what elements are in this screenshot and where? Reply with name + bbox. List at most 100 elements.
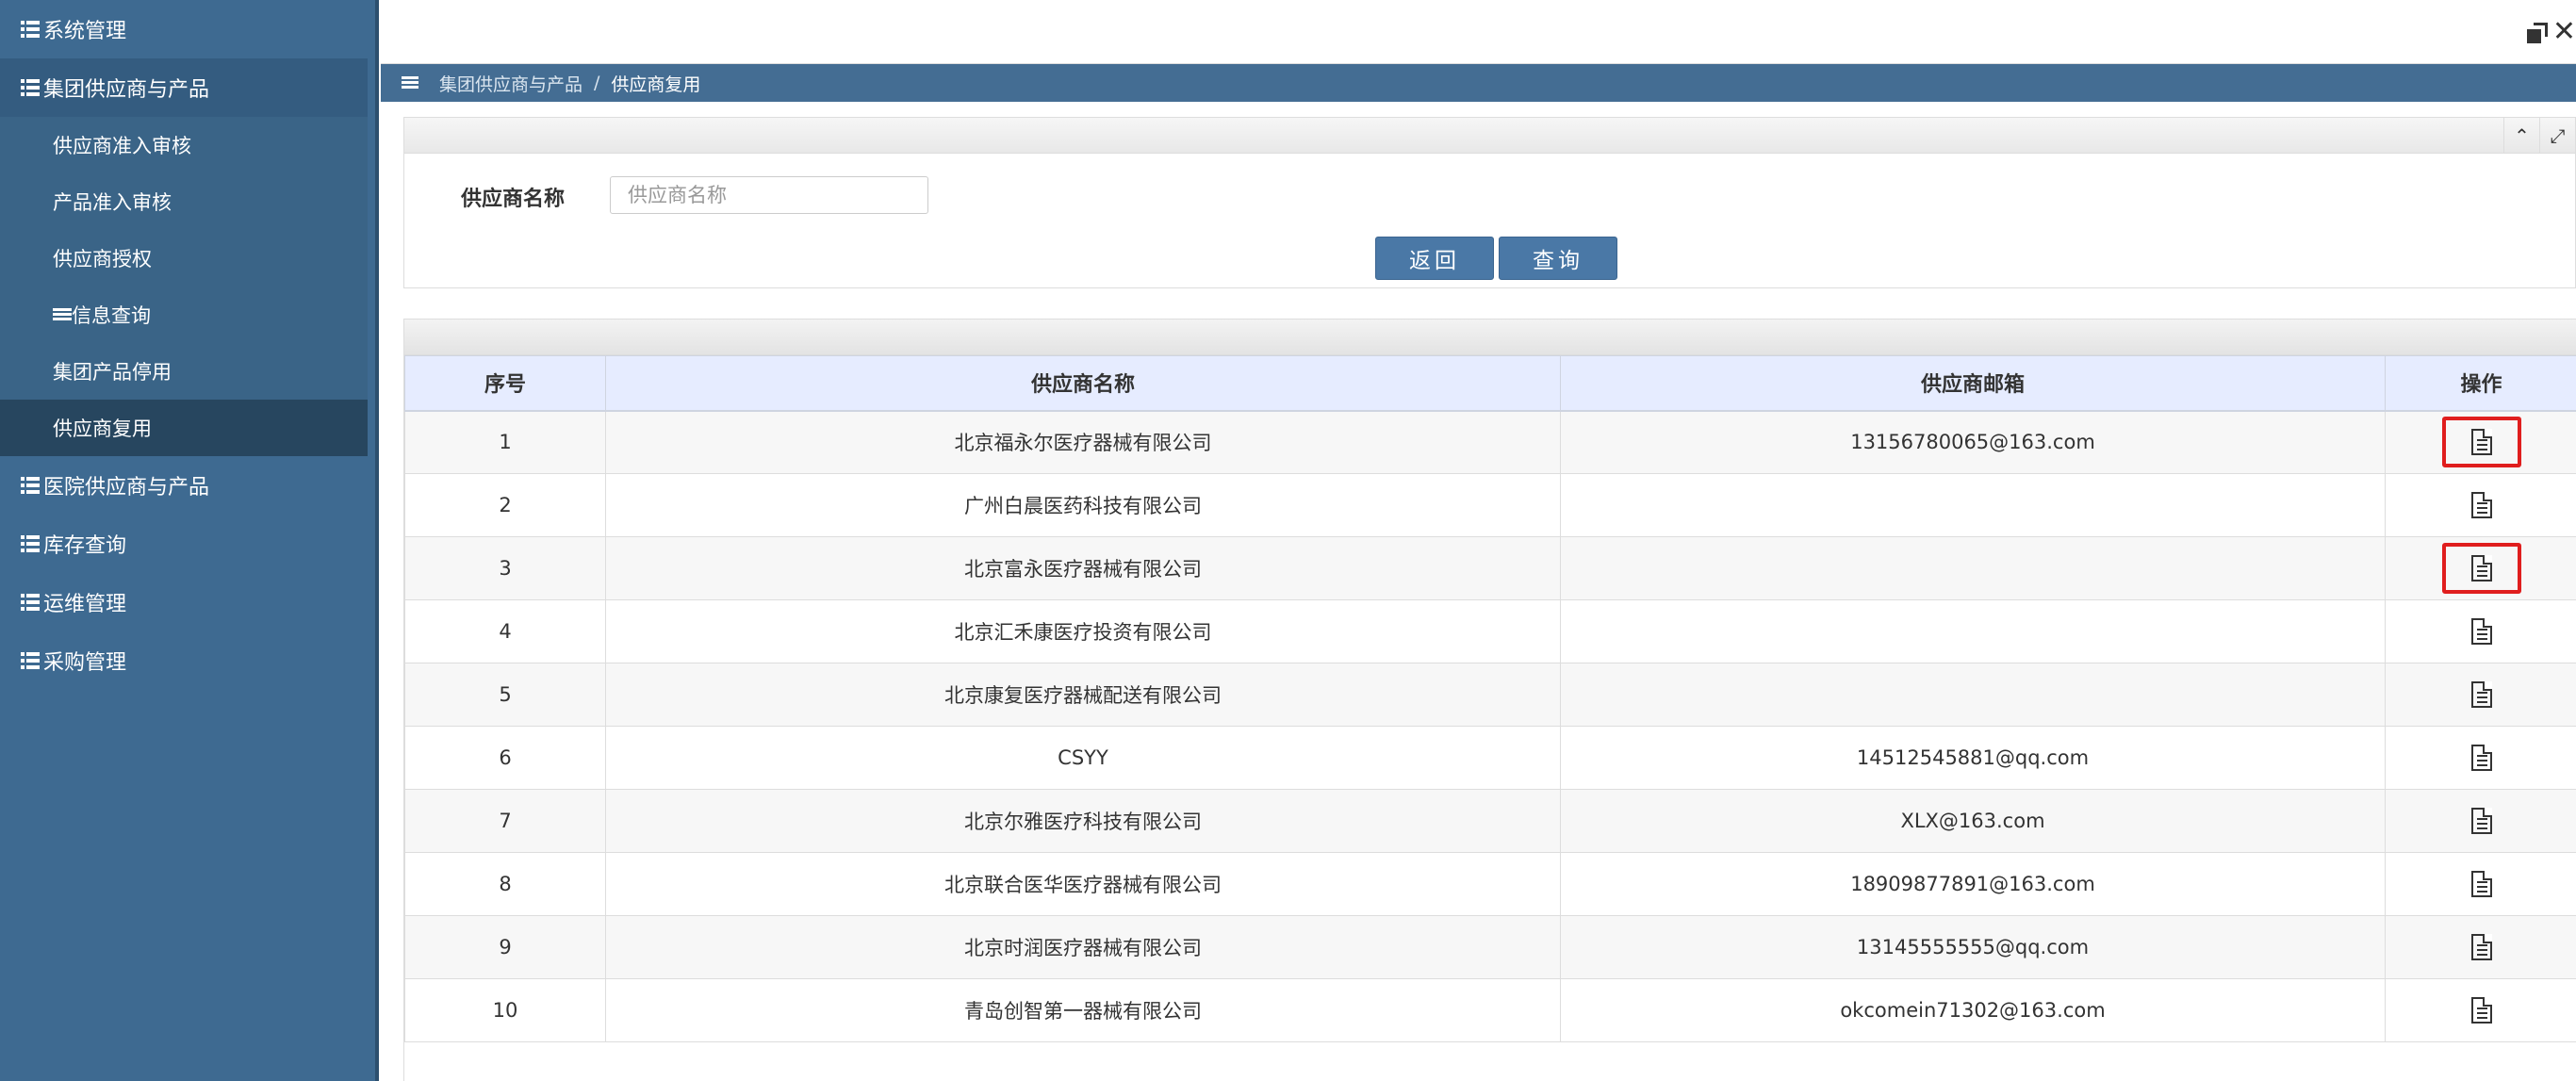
document-icon[interactable] <box>2470 745 2492 771</box>
table-row[interactable]: 3 北京富永医疗器械有限公司 <box>404 536 2576 600</box>
nav-group-system[interactable]: 系统管理 <box>0 0 375 58</box>
list-icon <box>21 535 40 552</box>
back-button[interactable]: 返回 <box>1375 237 1494 280</box>
table-row[interactable]: 8 北京联合医华医疗器械有限公司 18909877891@163.com <box>404 852 2576 916</box>
document-icon[interactable] <box>2470 492 2492 518</box>
cell-action <box>2385 663 2576 727</box>
top-bar: ✕ <box>381 0 2576 64</box>
document-icon[interactable] <box>2470 808 2492 834</box>
cell-index: 8 <box>404 852 606 916</box>
cell-supplier-email: 13145555555@qq.com <box>1560 915 2386 979</box>
sidebar-item-supplier-admission[interactable]: 供应商准入审核 <box>0 117 368 173</box>
nav-group-label: 采购管理 <box>43 651 127 675</box>
highlight-box <box>2441 417 2521 468</box>
cell-action <box>2385 915 2576 979</box>
sidebar-item-supplier-authorization[interactable]: 供应商授权 <box>0 230 368 287</box>
document-icon[interactable] <box>2470 429 2492 456</box>
nav-group-group-supplier[interactable]: 集团供应商与产品 <box>0 58 368 117</box>
nav-group-inventory[interactable]: 库存查询 <box>0 515 375 573</box>
cell-action <box>2385 410 2576 474</box>
cell-index: 3 <box>404 536 606 600</box>
cell-index: 9 <box>404 915 606 979</box>
cell-supplier-email <box>1560 663 2386 727</box>
query-button[interactable]: 查询 <box>1499 237 1617 280</box>
table-row[interactable]: 4 北京汇禾康医疗投资有限公司 <box>404 599 2576 663</box>
document-icon[interactable] <box>2470 618 2492 645</box>
table-row[interactable]: 6 CSYY 14512545881@qq.com <box>404 726 2576 790</box>
breadcrumb-separator: / <box>594 73 600 93</box>
cell-supplier-email: okcomein71302@163.com <box>1560 978 2386 1042</box>
cell-index: 2 <box>404 473 606 537</box>
document-icon[interactable] <box>2470 555 2492 581</box>
cell-supplier-email <box>1560 473 2386 537</box>
cell-supplier-name: 北京康复医疗器械配送有限公司 <box>605 663 1561 727</box>
sidebar-item-label: 供应商授权 <box>53 248 152 270</box>
nav-group-operations[interactable]: 运维管理 <box>0 573 375 631</box>
table-row[interactable]: 1 北京福永尔医疗器械有限公司 13156780065@163.com <box>404 410 2576 474</box>
sidebar: 系统管理 集团供应商与产品 供应商准入审核 产品准入审核 供应商授权 信息查询 … <box>0 0 379 1081</box>
sidebar-item-product-admission[interactable]: 产品准入审核 <box>0 173 368 230</box>
nav-group-label: 集团供应商与产品 <box>43 78 210 102</box>
sidebar-item-supplier-reuse[interactable]: 供应商复用 <box>0 400 368 456</box>
cell-supplier-name: 北京尔雅医疗科技有限公司 <box>605 789 1561 853</box>
cell-supplier-name: 青岛创智第一器械有限公司 <box>605 978 1561 1042</box>
search-panel: ⌃ ⤢ 供应商名称 返回 查询 <box>403 117 2576 288</box>
cell-supplier-email: 18909877891@163.com <box>1560 852 2386 916</box>
restore-window-icon[interactable] <box>2527 23 2548 43</box>
sidebar-item-label: 信息查询 <box>72 304 151 327</box>
cell-supplier-name: 北京福永尔医疗器械有限公司 <box>605 410 1561 474</box>
collapse-icon[interactable]: ⌃ <box>2503 118 2539 154</box>
cell-action <box>2385 599 2576 663</box>
cell-supplier-name: 广州白晨医药科技有限公司 <box>605 473 1561 537</box>
cell-action <box>2385 852 2576 916</box>
sidebar-item-product-disable[interactable]: 集团产品停用 <box>0 343 368 400</box>
cell-supplier-email <box>1560 599 2386 663</box>
nav-group-purchase[interactable]: 采购管理 <box>0 631 375 690</box>
close-icon[interactable]: ✕ <box>2552 15 2576 48</box>
table-row[interactable]: 7 北京尔雅医疗科技有限公司 XLX@163.com <box>404 789 2576 853</box>
supplier-name-label: 供应商名称 <box>461 188 566 211</box>
cell-index: 6 <box>404 726 606 790</box>
sidebar-item-label: 集团产品停用 <box>53 361 172 384</box>
document-icon[interactable] <box>2470 934 2492 960</box>
list-icon <box>21 477 40 494</box>
list-icon <box>21 652 40 669</box>
list-icon <box>53 308 72 321</box>
table-body: 1 北京福永尔医疗器械有限公司 13156780065@163.com 2 广州白晨医药… <box>404 410 2576 1042</box>
nav-group-label: 医院供应商与产品 <box>43 476 210 500</box>
table-row[interactable]: 10 青岛创智第一器械有限公司 okcomein71302@163.com <box>404 978 2576 1042</box>
cell-supplier-email <box>1560 536 2386 600</box>
table-row[interactable]: 5 北京康复医疗器械配送有限公司 <box>404 663 2576 727</box>
table-row[interactable]: 9 北京时润医疗器械有限公司 13145555555@qq.com <box>404 915 2576 979</box>
document-icon[interactable] <box>2470 681 2492 708</box>
results-panel-header <box>404 319 2576 355</box>
table-row[interactable]: 2 广州白晨医药科技有限公司 <box>404 473 2576 537</box>
cell-supplier-name: 北京时润医疗器械有限公司 <box>605 915 1561 979</box>
cell-index: 1 <box>404 410 606 474</box>
supplier-table: 序号 供应商名称 供应商邮箱 操作 1 北京福永尔医疗器械有限公司 13156780… <box>404 355 2576 1042</box>
sidebar-item-label: 供应商复用 <box>53 418 152 440</box>
sidebar-item-info-query[interactable]: 信息查询 <box>0 287 368 343</box>
column-header-index: 序号 <box>404 355 606 412</box>
list-icon <box>21 21 40 38</box>
cell-supplier-email: 14512545881@qq.com <box>1560 726 2386 790</box>
nav-group-hospital-supplier[interactable]: 医院供应商与产品 <box>0 456 375 515</box>
breadcrumb-parent[interactable]: 集团供应商与产品 <box>439 71 582 96</box>
cell-index: 4 <box>404 599 606 663</box>
document-icon[interactable] <box>2470 871 2492 897</box>
supplier-name-input[interactable] <box>610 176 928 214</box>
list-icon <box>21 594 40 611</box>
menu-toggle-icon[interactable] <box>402 76 418 90</box>
cell-supplier-name: 北京汇禾康医疗投资有限公司 <box>605 599 1561 663</box>
search-panel-header: ⌃ ⤢ <box>404 118 2575 154</box>
nav-group-label: 系统管理 <box>43 20 127 43</box>
document-icon[interactable] <box>2470 997 2492 1024</box>
cell-action <box>2385 536 2576 600</box>
expand-icon[interactable]: ⤢ <box>2539 118 2575 154</box>
breadcrumb-current: 供应商复用 <box>611 74 701 95</box>
nav-group-label: 库存查询 <box>43 534 127 558</box>
submenu-group-supplier: 供应商准入审核 产品准入审核 供应商授权 信息查询 集团产品停用 供应商复用 <box>0 117 368 456</box>
results-panel: 序号 供应商名称 供应商邮箱 操作 1 北京福永尔医疗器械有限公司 13156780… <box>403 319 2576 1081</box>
breadcrumb: 集团供应商与产品 / 供应商复用 <box>381 64 2576 102</box>
table-header-row: 序号 供应商名称 供应商邮箱 操作 <box>404 355 2576 412</box>
